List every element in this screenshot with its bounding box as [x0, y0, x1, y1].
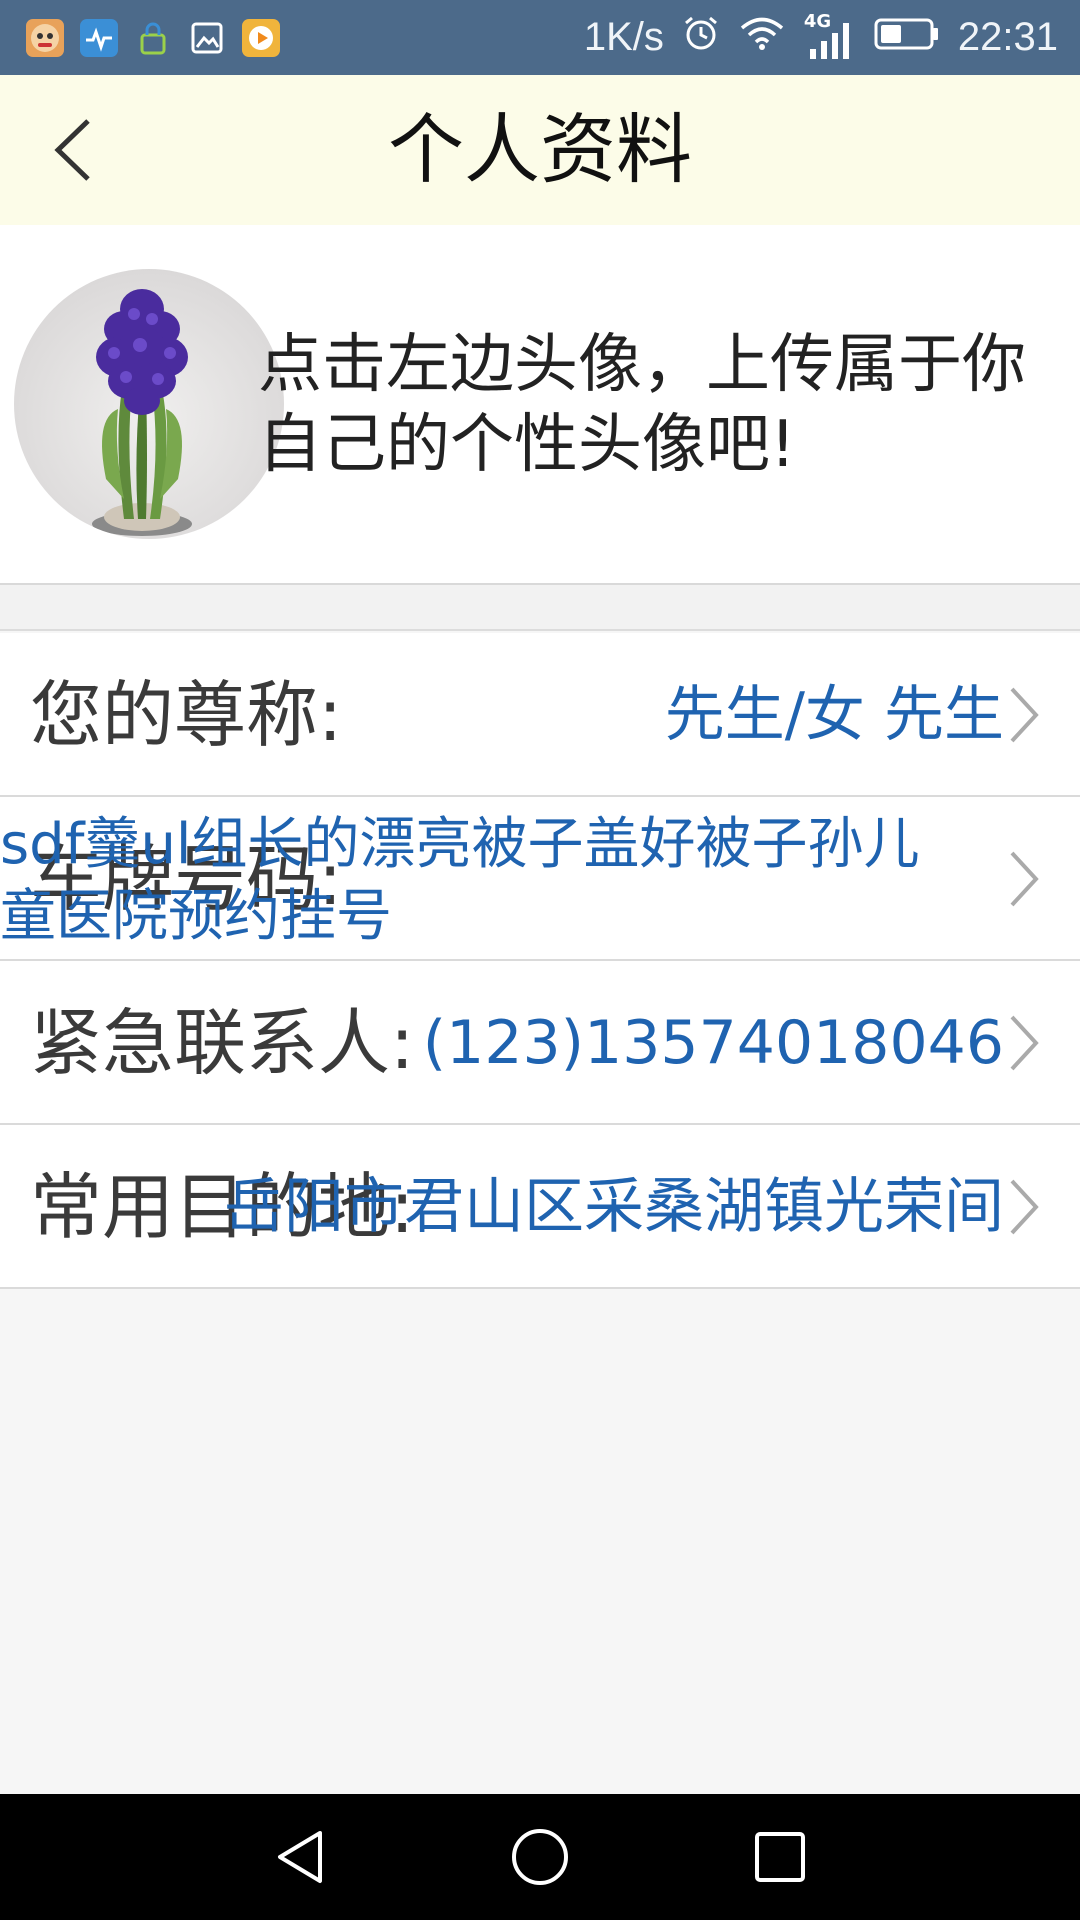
- row-destination[interactable]: 常用目的地: 岳阳市君山区采桑湖镇光荣间: [0, 1125, 1080, 1289]
- avatar-upload-hint: 点击左边头像，上传属于你自己的个性头像吧!: [258, 328, 1026, 482]
- row-emergency-contact[interactable]: 紧急联系人: (123)13574018046: [0, 961, 1080, 1125]
- chevron-right-icon: [1010, 687, 1039, 743]
- row-value: (123)13574018046: [422, 1008, 1004, 1078]
- circle-home-icon: [512, 1829, 568, 1885]
- network-speed: 1K/s: [583, 15, 664, 59]
- row-label: 您的尊称:: [30, 673, 343, 757]
- nav-home-button[interactable]: [505, 1822, 575, 1892]
- row-value: 先生/女 先生: [664, 680, 1004, 750]
- app-notification-icon: [26, 19, 64, 57]
- page-title: 个人资料: [388, 105, 692, 194]
- nav-back-button[interactable]: [265, 1822, 335, 1892]
- alarm-icon: [682, 14, 720, 62]
- row-label: 紧急联系人:: [30, 1001, 415, 1085]
- triangle-back-icon: [278, 1831, 322, 1883]
- chevron-right-icon: [1010, 1179, 1039, 1235]
- row-license-plate[interactable]: 车牌号码: sdf羹ul组长的漂亮被子盖好被子孙儿童医院预约挂号: [0, 797, 1080, 961]
- avatar[interactable]: [14, 269, 284, 539]
- system-status: 1K/s 4G 22:31: [584, 0, 1058, 75]
- chevron-right-icon: [1010, 851, 1039, 907]
- status-bar: 1K/s 4G 22:31: [0, 0, 1080, 75]
- health-app-icon: [80, 19, 118, 57]
- profile-info-list: 您的尊称: 先生/女 先生 车牌号码: sdf羹ul组长的漂亮被子盖好被子孙儿童…: [0, 633, 1080, 1289]
- profile-section: 点击左边头像，上传属于你自己的个性头像吧!: [0, 225, 1080, 585]
- row-nickname[interactable]: 您的尊称: 先生/女 先生: [0, 633, 1080, 797]
- hyacinth-flower-image: [92, 289, 192, 536]
- lock-notification-icon: [134, 19, 172, 57]
- chevron-right-icon: [1010, 1015, 1039, 1071]
- clock: 22:31: [957, 15, 1058, 59]
- row-value: sdf羹ul组长的漂亮被子盖好被子孙儿童医院预约挂号: [0, 812, 920, 949]
- image-notification-icon: [188, 19, 226, 57]
- nav-recents-button[interactable]: [745, 1822, 815, 1892]
- square-recents-icon: [755, 1832, 805, 1882]
- row-value: 岳阳市君山区采桑湖镇光荣间: [224, 1172, 1004, 1242]
- wifi-icon: [738, 15, 786, 61]
- section-divider: [0, 585, 1080, 631]
- video-app-icon: [242, 19, 280, 57]
- notification-icons: [26, 18, 280, 58]
- app-header: 个人资料: [0, 75, 1080, 225]
- cell-signal-icon: 4G: [804, 11, 856, 63]
- battery-icon: [874, 15, 940, 61]
- system-nav-bar: [0, 1794, 1080, 1920]
